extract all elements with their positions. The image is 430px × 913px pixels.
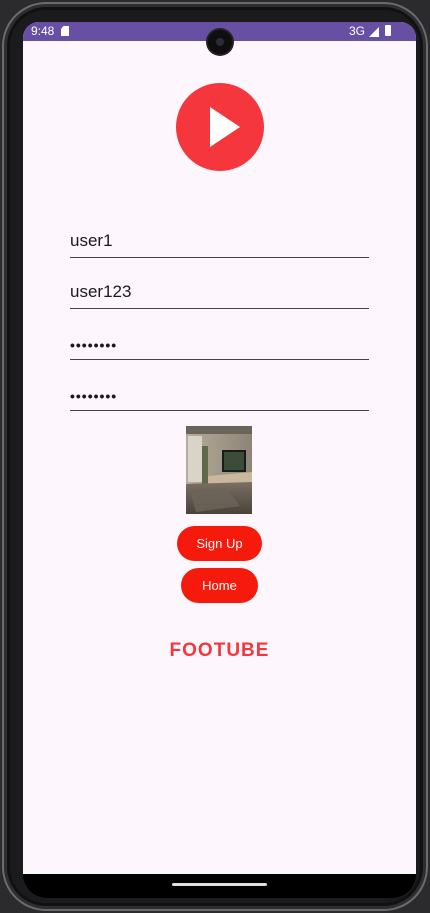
app-logo xyxy=(176,83,264,171)
app-screen: 9:48 3G user1 user123 •••••••• •••••••• xyxy=(23,22,416,874)
confirm-password-field[interactable]: •••••••• xyxy=(70,380,369,411)
username-value: user1 xyxy=(70,231,113,250)
sign-up-button[interactable]: Sign Up xyxy=(177,526,262,561)
status-time: 9:48 xyxy=(31,24,55,38)
confirm-password-value: •••••••• xyxy=(70,388,118,404)
signal-icon xyxy=(369,27,379,37)
home-button[interactable]: Home xyxy=(181,568,258,603)
sd-card-icon xyxy=(61,26,69,36)
room-image xyxy=(186,426,252,514)
phone-device: 9:48 3G user1 user123 •••••••• •••••••• xyxy=(0,0,430,913)
name-value: user123 xyxy=(70,282,132,301)
password-value: •••••••• xyxy=(70,337,118,353)
password-field[interactable]: •••••••• xyxy=(70,329,369,360)
network-type: 3G xyxy=(349,24,366,38)
username-field[interactable]: user1 xyxy=(70,227,369,258)
brand-title: FOOTUBE xyxy=(169,640,270,661)
name-field[interactable]: user123 xyxy=(70,278,369,309)
navigation-bar xyxy=(23,874,416,898)
front-camera xyxy=(208,30,232,54)
battery-icon xyxy=(385,25,391,36)
home-indicator[interactable] xyxy=(172,883,267,886)
play-icon xyxy=(210,107,240,147)
profile-image[interactable] xyxy=(186,426,252,514)
